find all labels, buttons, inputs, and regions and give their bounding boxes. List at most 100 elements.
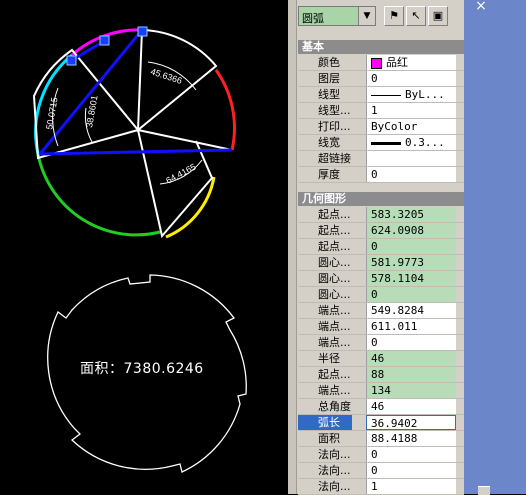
- dim-text-left: 50.0715: [44, 97, 59, 131]
- property-key: 厚度: [298, 167, 352, 182]
- property-value[interactable]: 46: [366, 351, 456, 366]
- grip-3[interactable]: [137, 26, 148, 37]
- drawing-svg[interactable]: 50.0715 38.8601 45.6366 64.4165: [0, 0, 288, 494]
- property-value[interactable]: 581.9773: [366, 255, 456, 270]
- green-arc[interactable]: [36, 153, 161, 237]
- property-value[interactable]: 0: [366, 239, 456, 254]
- red-arc[interactable]: [214, 69, 236, 151]
- property-value[interactable]: 611.011: [366, 319, 456, 334]
- dim-text-bottom: 64.4165: [164, 162, 197, 186]
- property-row[interactable]: 起点... 88: [298, 367, 464, 383]
- property-row[interactable]: 起点... 0: [298, 239, 464, 255]
- property-value[interactable]: 624.0908: [366, 223, 456, 238]
- property-row[interactable]: 起点... 624.0908: [298, 223, 464, 239]
- property-value[interactable]: 0: [366, 463, 456, 478]
- property-value-text: ByL...: [405, 88, 445, 101]
- property-row[interactable]: 端点... 134: [298, 383, 464, 399]
- property-value[interactable]: ByL...: [366, 87, 456, 102]
- property-value[interactable]: 0: [366, 71, 456, 86]
- select-objects-button[interactable]: ↖: [406, 6, 426, 26]
- property-row[interactable]: 法向... 0: [298, 447, 464, 463]
- yellow-arc[interactable]: [165, 176, 216, 239]
- property-row[interactable]: 颜色 品红: [298, 55, 464, 71]
- property-row[interactable]: 端点... 611.011: [298, 319, 464, 335]
- property-row[interactable]: 图层 0: [298, 71, 464, 87]
- close-icon[interactable]: ×: [472, 0, 490, 14]
- property-value[interactable]: 583.3205: [366, 207, 456, 222]
- property-key: 线型: [298, 87, 352, 102]
- white-sector-bottom[interactable]: [137, 129, 214, 239]
- property-value[interactable]: 0: [366, 447, 456, 462]
- property-row[interactable]: 端点... 0: [298, 335, 464, 351]
- property-key: 起点...: [298, 239, 352, 254]
- property-value[interactable]: 549.8284: [366, 303, 456, 318]
- property-key: 圆心...: [298, 255, 352, 270]
- property-row[interactable]: 圆心... 0: [298, 287, 464, 303]
- property-value[interactable]: 0: [366, 335, 456, 350]
- property-value-text: 611.011: [371, 320, 418, 333]
- line-sample-icon: [371, 94, 401, 96]
- property-row[interactable]: 厚度 0: [298, 167, 464, 183]
- property-value[interactable]: [366, 151, 456, 166]
- property-value[interactable]: 36.9402: [366, 415, 456, 430]
- property-value-text: 583.3205: [371, 208, 424, 221]
- property-row[interactable]: 圆心... 581.9773: [298, 255, 464, 271]
- property-row[interactable]: 端点... 549.8284: [298, 303, 464, 319]
- property-value[interactable]: 0: [366, 167, 456, 182]
- area-label: 面积：7380.6246: [80, 361, 204, 377]
- pickadd-toggle-button[interactable]: ▣: [428, 6, 448, 26]
- property-value[interactable]: 88.4188: [366, 431, 456, 446]
- drawing-canvas[interactable]: 50.0715 38.8601 45.6366 64.4165 面积：7380.…: [0, 0, 288, 494]
- property-row[interactable]: 线宽 0.3...: [298, 135, 464, 151]
- property-value-text: 134: [371, 384, 391, 397]
- property-row[interactable]: 法向... 0: [298, 463, 464, 479]
- property-value[interactable]: ByColor: [366, 119, 456, 134]
- section-basic[interactable]: 基本: [298, 40, 464, 54]
- chevron-down-icon[interactable]: ▼: [358, 7, 375, 25]
- property-row[interactable]: 超链接: [298, 151, 464, 167]
- property-value-text: 0: [371, 72, 378, 85]
- white-line-center[interactable]: [137, 129, 233, 151]
- property-value[interactable]: 88: [366, 367, 456, 382]
- property-row[interactable]: 法向... 1: [298, 479, 464, 495]
- property-row[interactable]: 面积 88.4188: [298, 431, 464, 447]
- property-value-text: 549.8284: [371, 304, 424, 317]
- property-row[interactable]: 弧长 36.9402: [298, 415, 464, 431]
- property-key: 半径: [298, 351, 352, 366]
- property-row[interactable]: 起点... 583.3205: [298, 207, 464, 223]
- property-value-text: ByColor: [371, 120, 418, 133]
- property-row[interactable]: 线型 ByL...: [298, 87, 464, 103]
- property-value[interactable]: 品红: [366, 55, 456, 70]
- grip-2[interactable]: [99, 35, 110, 46]
- property-value[interactable]: 1: [366, 103, 456, 118]
- color-swatch-icon: [371, 57, 382, 69]
- property-value-text: 46: [371, 400, 385, 413]
- property-key: 端点...: [298, 335, 352, 350]
- property-value[interactable]: 1: [366, 479, 456, 494]
- property-value-text: 0: [371, 464, 378, 477]
- property-value[interactable]: 134: [366, 383, 456, 398]
- property-key: 圆心...: [298, 287, 352, 302]
- object-type-select[interactable]: 圆弧 ▼: [298, 6, 376, 26]
- palette-left-strip[interactable]: [288, 0, 297, 494]
- property-row[interactable]: 线型... 1: [298, 103, 464, 119]
- property-value[interactable]: 578.1104: [366, 271, 456, 286]
- grip-1[interactable]: [66, 55, 77, 66]
- properties-palette: × 圆弧 ▼ ⚑ ↖ ▣ 基本 颜色 品红 图层 0 线型 ByL... 线型... 1 打印.…: [288, 0, 526, 495]
- property-row[interactable]: 圆心... 578.1104: [298, 271, 464, 287]
- section-geometry[interactable]: 几何图形: [298, 192, 464, 206]
- property-value-text: 0: [371, 168, 378, 181]
- property-value[interactable]: 0: [366, 287, 456, 302]
- property-value-text: 88: [371, 368, 385, 381]
- palette-title-bar[interactable]: [464, 0, 526, 494]
- property-value-text: 578.1104: [371, 272, 424, 285]
- line-sample-icon: [371, 141, 401, 145]
- property-value[interactable]: 46: [366, 399, 456, 414]
- property-row[interactable]: 总角度 46: [298, 399, 464, 415]
- property-value[interactable]: 0.3...: [366, 135, 456, 150]
- property-row[interactable]: 打印... ByColor: [298, 119, 464, 135]
- blue-chord-2[interactable]: [39, 148, 233, 156]
- property-row[interactable]: 半径 46: [298, 351, 464, 367]
- basic-properties-grid: 颜色 品红 图层 0 线型 ByL... 线型... 1 打印... ByColor 线宽 0.3..…: [298, 55, 464, 183]
- quick-select-button[interactable]: ⚑: [384, 6, 404, 26]
